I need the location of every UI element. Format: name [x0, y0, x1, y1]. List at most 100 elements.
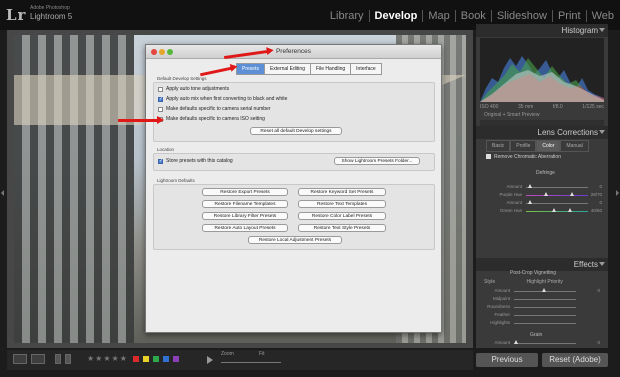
zoom-slider[interactable]: [221, 362, 281, 363]
slider-track[interactable]: [514, 343, 576, 344]
previous-button[interactable]: Previous: [476, 353, 538, 367]
module-map[interactable]: Map: [423, 10, 456, 22]
collapse-triangle-icon[interactable]: [599, 28, 605, 32]
iso-setting-option[interactable]: Make defaults specific to camera ISO set…: [158, 116, 265, 122]
tab-basic[interactable]: Basic: [486, 140, 511, 152]
checkbox-icon[interactable]: [486, 154, 491, 160]
slider-track[interactable]: [514, 299, 576, 300]
purple-amount-slider[interactable]: Amount 0: [482, 184, 604, 191]
left-panel-toggle-icon[interactable]: [1, 190, 4, 196]
color-label-green-icon[interactable]: [153, 356, 159, 362]
vignette-style-value[interactable]: Highlight Priority: [527, 279, 563, 285]
close-window-icon[interactable]: [151, 49, 157, 55]
restore-auto-layout-presets-button[interactable]: Restore Auto Layout Presets: [202, 224, 288, 232]
slider-track[interactable]: [526, 187, 588, 188]
collapse-triangle-icon[interactable]: [599, 130, 605, 134]
slider-value: 0: [599, 200, 602, 205]
right-panel-toggle-icon[interactable]: [616, 190, 619, 196]
tab-profile[interactable]: Profile: [510, 140, 537, 152]
slider-knob[interactable]: [552, 208, 556, 212]
dialog-titlebar[interactable]: Preferences: [146, 45, 441, 59]
store-presets-option[interactable]: Store presets with this catalog: [158, 158, 233, 164]
play-icon[interactable]: [207, 356, 213, 364]
slider-track[interactable]: [514, 307, 576, 308]
vignette-amount-slider[interactable]: Amount 0: [470, 288, 600, 295]
module-slideshow[interactable]: Slideshow: [492, 10, 553, 22]
slider-knob[interactable]: [528, 184, 532, 188]
module-web[interactable]: Web: [587, 10, 614, 22]
serial-number-option[interactable]: Make defaults specific to camera serial …: [158, 106, 271, 112]
slider-track[interactable]: [514, 315, 576, 316]
checkbox[interactable]: [158, 158, 163, 164]
tab-presets[interactable]: Presets: [236, 63, 264, 75]
restore-local-adjustment-presets-button[interactable]: Restore Local Adjustment Presets: [248, 236, 342, 244]
collapse-triangle-icon[interactable]: [599, 262, 605, 266]
checkbox[interactable]: [158, 106, 163, 112]
remove-ca-checkbox[interactable]: Remove Chromatic Aberration: [486, 154, 561, 160]
rating-stars-icon[interactable]: ★★★★★: [87, 354, 128, 363]
slider-track[interactable]: [526, 211, 588, 212]
tab-color[interactable]: Color: [536, 140, 561, 152]
restore-text-templates-button[interactable]: Restore Text Templates: [298, 200, 386, 208]
module-develop[interactable]: Develop: [370, 10, 424, 22]
slider-knob[interactable]: [544, 192, 548, 196]
module-book[interactable]: Book: [456, 10, 492, 22]
reset-button[interactable]: Reset (Adobe): [542, 353, 608, 367]
vignette-highlights-slider[interactable]: Highlights: [470, 320, 592, 327]
option-label: Apply auto mix when first converting to …: [166, 96, 288, 102]
show-presets-folder-button[interactable]: Show Lightroom Presets Folder...: [334, 157, 420, 165]
module-picker: Library Develop Map Book Slideshow Print…: [325, 10, 614, 22]
restore-color-label-presets-button[interactable]: Restore Color Label Presets: [298, 212, 386, 220]
auto-tone-option[interactable]: Apply auto tone adjustments: [158, 86, 229, 92]
auto-mix-option[interactable]: Apply auto mix when first converting to …: [158, 96, 287, 102]
slider-knob[interactable]: [568, 208, 572, 212]
restore-export-presets-button[interactable]: Restore Export Presets: [202, 188, 288, 196]
tab-interface[interactable]: Interface: [350, 63, 382, 75]
minimize-window-icon[interactable]: [159, 49, 165, 55]
slider-track[interactable]: [514, 323, 576, 324]
before-after-icon[interactable]: [31, 354, 45, 364]
green-amount-slider[interactable]: Amount 0: [482, 200, 604, 207]
module-library[interactable]: Library: [325, 10, 370, 22]
slider-track[interactable]: [526, 203, 588, 204]
vignette-roundness-slider[interactable]: Roundness: [470, 304, 592, 311]
dialog-title: Preferences: [275, 48, 312, 55]
vendor-label: Adobe Photoshop: [30, 5, 70, 11]
lightroom-window: Lr Adobe Photoshop Lightroom 5 Library D…: [0, 0, 620, 377]
tab-file-handling[interactable]: File Handling: [309, 63, 351, 75]
tab-manual[interactable]: Manual: [560, 140, 589, 152]
vignette-style-row[interactable]: Style Highlight Priority: [484, 279, 600, 285]
slider-knob[interactable]: [514, 340, 518, 344]
iso-value: ISO 400: [480, 104, 499, 110]
slider-knob[interactable]: [528, 200, 532, 204]
module-print[interactable]: Print: [553, 10, 587, 22]
color-label-blue-icon[interactable]: [163, 356, 169, 362]
checkbox[interactable]: [158, 86, 163, 92]
reset-develop-settings-button[interactable]: Reset all default Develop settings: [250, 127, 342, 135]
loupe-view-icon[interactable]: [13, 354, 27, 364]
color-label-purple-icon[interactable]: [173, 356, 179, 362]
grain-amount-slider[interactable]: Amount 0: [470, 340, 600, 347]
zoom-window-icon[interactable]: [167, 49, 173, 55]
restore-keyword-set-presets-button[interactable]: Restore Keyword Set Presets: [298, 188, 386, 196]
purple-hue-slider[interactable]: Purple Hue 28/70: [482, 192, 604, 199]
tab-external-editing[interactable]: External Editing: [263, 63, 310, 75]
restore-text-style-presets-button[interactable]: Restore Text Style Presets: [298, 224, 386, 232]
color-label-yellow-icon[interactable]: [143, 356, 149, 362]
vignette-feather-slider[interactable]: Feather: [470, 312, 592, 319]
lens-corrections-header[interactable]: Lens Corrections: [476, 126, 608, 139]
slider-label: Amount: [506, 184, 522, 189]
histogram-header[interactable]: Histogram: [476, 24, 608, 37]
restore-filename-templates-button[interactable]: Restore Filename Templates: [202, 200, 288, 208]
flag-icon[interactable]: [55, 354, 61, 364]
green-hue-slider[interactable]: Green Hue 40/60: [482, 208, 604, 215]
reject-flag-icon[interactable]: [65, 354, 71, 364]
slider-knob[interactable]: [570, 192, 574, 196]
checkbox[interactable]: [158, 96, 163, 102]
focal-length-value: 35 mm: [518, 104, 534, 110]
restore-library-filter-presets-button[interactable]: Restore Library Filter Presets: [202, 212, 288, 220]
color-label-red-icon[interactable]: [133, 356, 139, 362]
vignette-midpoint-slider[interactable]: Midpoint: [470, 296, 592, 303]
slider-track[interactable]: [526, 195, 588, 196]
slider-knob[interactable]: [542, 288, 546, 292]
